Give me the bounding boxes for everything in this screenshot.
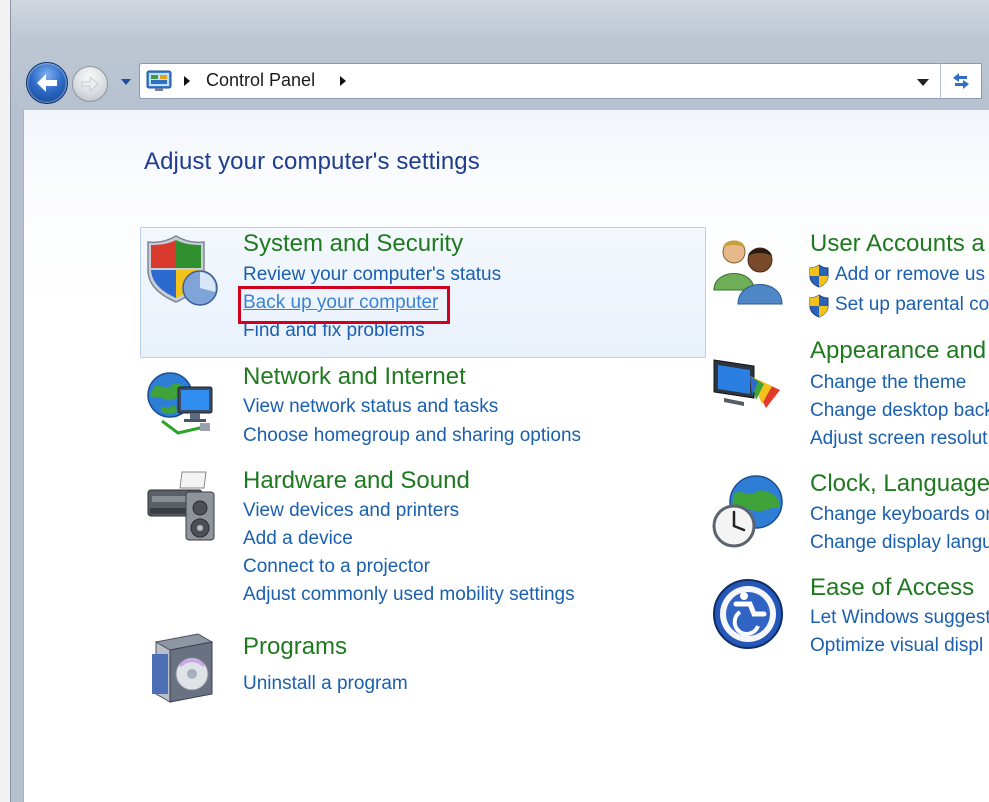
link-mobility-settings[interactable]: Adjust commonly used mobility settings	[243, 584, 575, 606]
link-adjust-screen-resolution[interactable]: Adjust screen resolut	[810, 428, 987, 450]
control-panel-icon	[146, 70, 172, 91]
user-accounts-icon	[713, 240, 783, 305]
link-parental-controls[interactable]: Set up parental co	[835, 294, 989, 316]
link-review-status[interactable]: Review your computer's status	[243, 264, 501, 286]
link-change-desktop-background[interactable]: Change desktop back	[810, 400, 989, 422]
category-title-user-accounts[interactable]: User Accounts a	[810, 230, 985, 258]
link-connect-projector[interactable]: Connect to a projector	[243, 556, 430, 578]
address-dropdown-icon[interactable]	[916, 77, 930, 87]
refresh-icon	[953, 73, 969, 89]
link-view-network-status[interactable]: View network status and tasks	[243, 396, 498, 418]
link-change-display-language[interactable]: Change display langu	[810, 532, 989, 554]
printer-speaker-icon	[147, 471, 215, 541]
desktop-edge	[0, 0, 10, 802]
navigation-bar: Control Panel	[12, 55, 989, 107]
breadcrumb-control-panel[interactable]: Control Panel	[206, 70, 315, 91]
appearance-monitor-icon	[713, 359, 780, 408]
highlight-annotation-box	[238, 286, 450, 324]
link-change-theme[interactable]: Change the theme	[810, 372, 966, 394]
category-title-appearance[interactable]: Appearance and	[810, 337, 986, 365]
link-windows-suggest-settings[interactable]: Let Windows suggest	[810, 607, 989, 629]
link-homegroup-sharing[interactable]: Choose homegroup and sharing options	[243, 425, 581, 447]
link-uninstall-program[interactable]: Uninstall a program	[243, 673, 408, 695]
category-title-programs[interactable]: Programs	[243, 633, 347, 661]
back-button[interactable]	[26, 62, 68, 104]
link-optimize-visual-display[interactable]: Optimize visual displ	[810, 635, 983, 657]
programs-box-icon	[152, 633, 214, 703]
breadcrumb-separator-icon[interactable]	[338, 75, 348, 87]
control-panel-content: Adjust your computer's settings System a…	[23, 110, 989, 802]
category-title-hardware-sound[interactable]: Hardware and Sound	[243, 467, 470, 495]
ease-of-access-icon	[713, 579, 783, 649]
category-title-network-internet[interactable]: Network and Internet	[243, 363, 466, 391]
refresh-button[interactable]	[940, 63, 982, 99]
category-title-clock-language[interactable]: Clock, Language	[810, 470, 989, 498]
network-globe-icon	[147, 372, 213, 435]
category-title-ease-of-access[interactable]: Ease of Access	[810, 574, 974, 602]
link-add-device[interactable]: Add a device	[243, 528, 353, 550]
shield-icon	[147, 235, 218, 306]
address-bar[interactable]: Control Panel	[139, 63, 941, 99]
link-change-keyboards[interactable]: Change keyboards or	[810, 504, 989, 526]
uac-shield-icon	[809, 294, 829, 318]
forward-button[interactable]	[72, 66, 108, 102]
back-arrow-icon	[37, 74, 57, 92]
window-frame: Control Panel Adjust your computer's set…	[0, 0, 989, 802]
uac-shield-icon	[809, 264, 829, 288]
link-add-remove-user-accounts[interactable]: Add or remove us	[835, 264, 985, 286]
forward-arrow-icon	[81, 76, 99, 92]
category-title-system-security[interactable]: System and Security	[243, 230, 463, 258]
link-view-devices-printers[interactable]: View devices and printers	[243, 500, 459, 522]
recent-pages-dropdown-icon[interactable]	[119, 76, 133, 88]
clock-globe-icon	[712, 475, 783, 548]
breadcrumb-separator-icon[interactable]	[182, 75, 192, 87]
page-title: Adjust your computer's settings	[144, 148, 480, 175]
